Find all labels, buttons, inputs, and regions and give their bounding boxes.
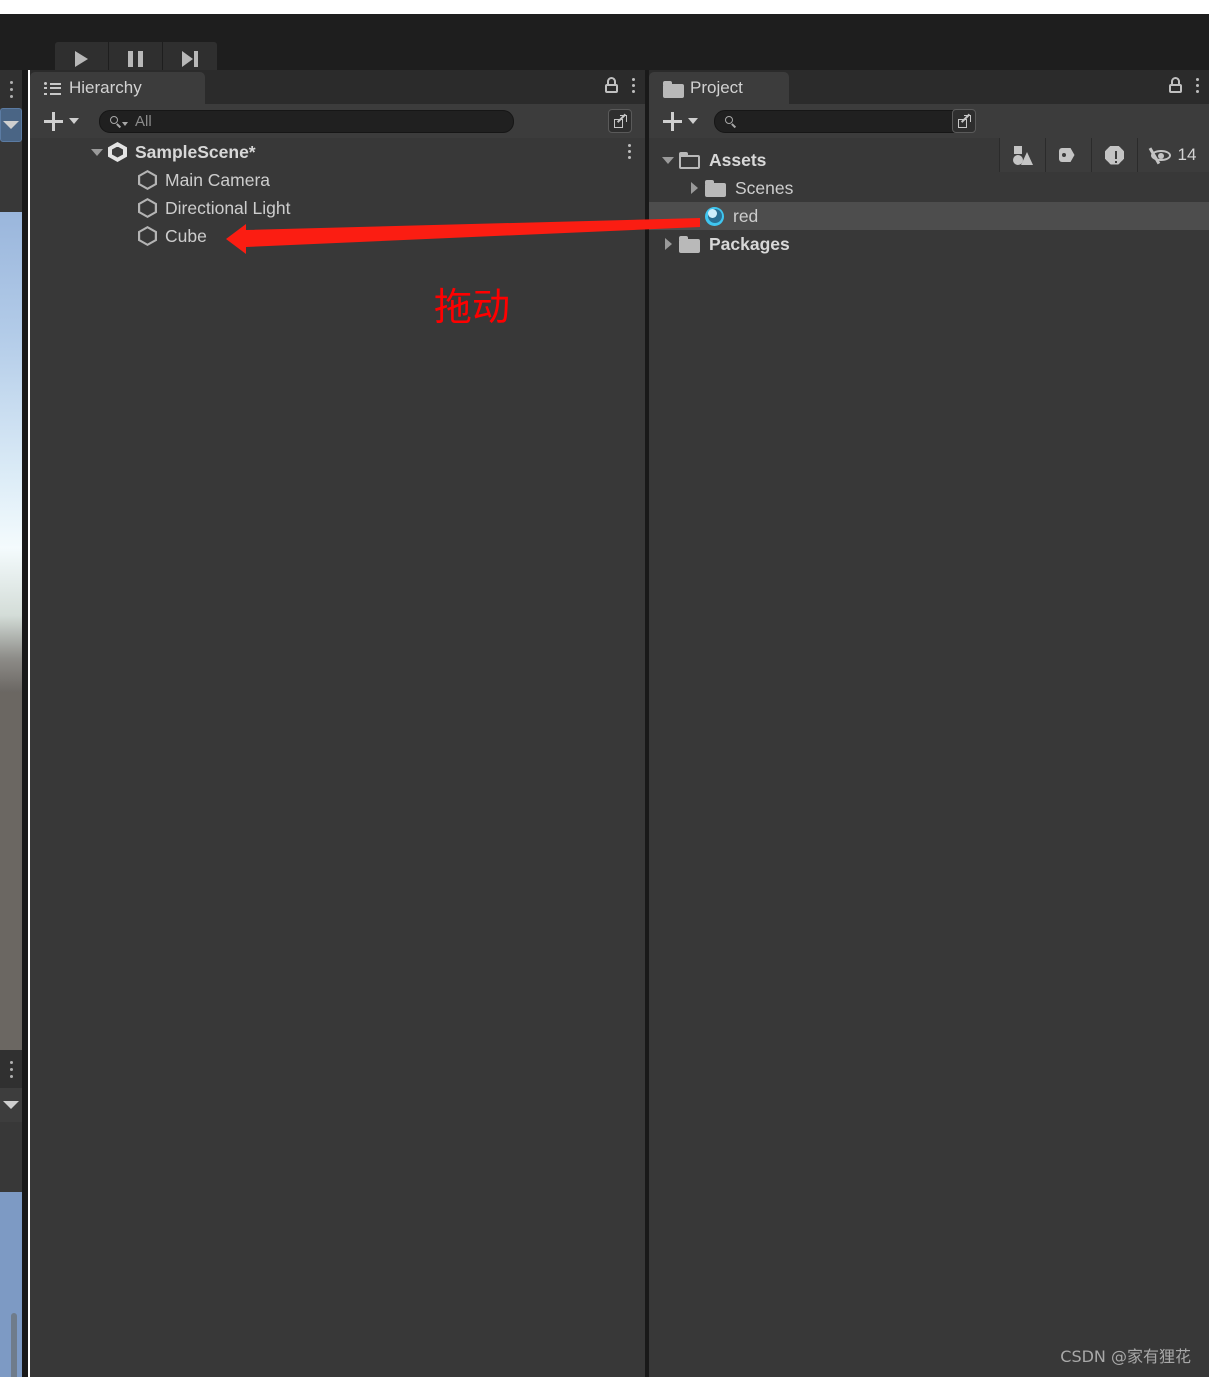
project-item-packages[interactable]: Packages	[649, 230, 1209, 258]
disclosure-triangle-collapsed[interactable]	[683, 182, 705, 194]
hierarchy-panel: Hierarchy All SampleScene* Main Camera D…	[30, 70, 645, 1377]
pause-icon	[128, 50, 143, 67]
project-panel: Project 14 Assets Scenes red Packages	[649, 70, 1209, 1377]
scene-view-dropdown-button[interactable]	[0, 108, 22, 142]
hierarchy-tab-actions	[605, 77, 635, 93]
chevron-down-icon	[69, 118, 79, 124]
tab-hierarchy[interactable]: Hierarchy	[30, 72, 205, 104]
scene-sky	[0, 212, 22, 692]
editor-toolbar	[0, 14, 1209, 75]
game-view-menu-button[interactable]	[0, 1050, 22, 1088]
tab-hierarchy-label: Hierarchy	[69, 78, 142, 97]
hierarchy-item-label: Main Camera	[165, 169, 271, 190]
plus-icon	[663, 111, 682, 131]
hierarchy-item-cube[interactable]: Cube	[30, 222, 645, 250]
project-item-label: Scenes	[735, 177, 794, 198]
scene-view-menu-button[interactable]	[0, 70, 22, 108]
chevron-down-icon	[3, 121, 19, 129]
step-icon	[182, 50, 198, 67]
project-item-label: Assets	[709, 149, 767, 170]
hierarchy-item-label: Cube	[165, 225, 207, 246]
game-view-dropdown-button[interactable]	[0, 1088, 22, 1122]
project-toolbar: 14	[649, 104, 1209, 172]
hierarchy-search-input[interactable]: All	[99, 109, 514, 133]
chevron-down-icon	[3, 1101, 19, 1109]
watermark: CSDN @家有狸花	[1060, 1347, 1191, 1366]
kebab-menu-icon	[0, 70, 22, 98]
tab-project-label: Project	[690, 78, 743, 97]
hierarchy-scene-row[interactable]: SampleScene*	[30, 138, 645, 166]
hierarchy-tree: SampleScene* Main Camera Directional Lig…	[30, 138, 645, 250]
play-icon	[75, 50, 88, 67]
tab-project[interactable]: Project	[649, 72, 789, 104]
unity-editor-window: Hierarchy All SampleScene* Main Camera D…	[0, 0, 1209, 1377]
hierarchy-jump-button[interactable]	[608, 109, 632, 133]
hierarchy-toolbar: All	[30, 104, 645, 138]
project-item-assets[interactable]: Assets	[649, 146, 1209, 174]
kebab-menu-icon[interactable]	[1196, 77, 1199, 93]
material-sphere-icon	[705, 206, 724, 226]
hierarchy-scene-label: SampleScene*	[135, 141, 256, 162]
project-item-label: Packages	[709, 233, 790, 254]
chevron-down-icon	[688, 118, 698, 124]
hierarchy-item-label: Directional Light	[165, 197, 291, 218]
hierarchy-item-directional-light[interactable]: Directional Light	[30, 194, 645, 222]
project-jump-button[interactable]	[952, 109, 976, 133]
panel-gap	[22, 70, 28, 1377]
hierarchy-list-icon	[44, 81, 61, 95]
hierarchy-tabstrip: Hierarchy	[30, 70, 645, 104]
project-item-label: red	[733, 205, 759, 226]
kebab-menu-icon	[0, 1050, 22, 1078]
lock-open-icon[interactable]	[1169, 77, 1182, 93]
project-item-red[interactable]: red	[649, 202, 1209, 230]
gameobject-cube-icon	[138, 198, 157, 218]
kebab-menu-icon[interactable]	[632, 77, 635, 93]
project-tabstrip: Project	[649, 70, 1209, 104]
search-icon	[725, 115, 737, 128]
scene-vertical-scrollbar[interactable]	[11, 1313, 17, 1377]
gameobject-cube-icon	[138, 226, 157, 246]
chevron-down-icon	[122, 121, 128, 126]
folder-icon	[705, 179, 726, 197]
open-external-icon	[613, 114, 627, 128]
folder-icon	[663, 80, 684, 98]
hierarchy-item-main-camera[interactable]: Main Camera	[30, 166, 645, 194]
folder-icon	[679, 235, 700, 253]
kebab-menu-icon[interactable]	[628, 144, 631, 159]
project-add-button[interactable]	[649, 111, 706, 131]
disclosure-triangle-expanded[interactable]	[86, 148, 108, 156]
screen-top-margin	[0, 0, 1209, 14]
hierarchy-add-button[interactable]	[30, 111, 87, 131]
plus-icon	[44, 111, 63, 131]
lock-open-icon[interactable]	[605, 77, 618, 93]
disclosure-triangle-collapsed[interactable]	[657, 238, 679, 250]
project-tree: Assets Scenes red Packages	[649, 146, 1209, 258]
project-search-input[interactable]	[714, 109, 972, 133]
gameobject-cube-icon	[138, 170, 157, 190]
unity-scene-icon	[108, 142, 127, 162]
disclosure-triangle-expanded[interactable]	[657, 156, 679, 164]
hierarchy-search-placeholder: All	[135, 112, 152, 130]
folder-open-icon	[679, 151, 700, 169]
search-icon	[110, 115, 122, 128]
project-item-scenes[interactable]: Scenes	[649, 174, 1209, 202]
annotation-drag-label: 拖动	[434, 285, 511, 329]
project-tab-actions	[1169, 77, 1199, 93]
open-external-icon	[957, 114, 971, 128]
